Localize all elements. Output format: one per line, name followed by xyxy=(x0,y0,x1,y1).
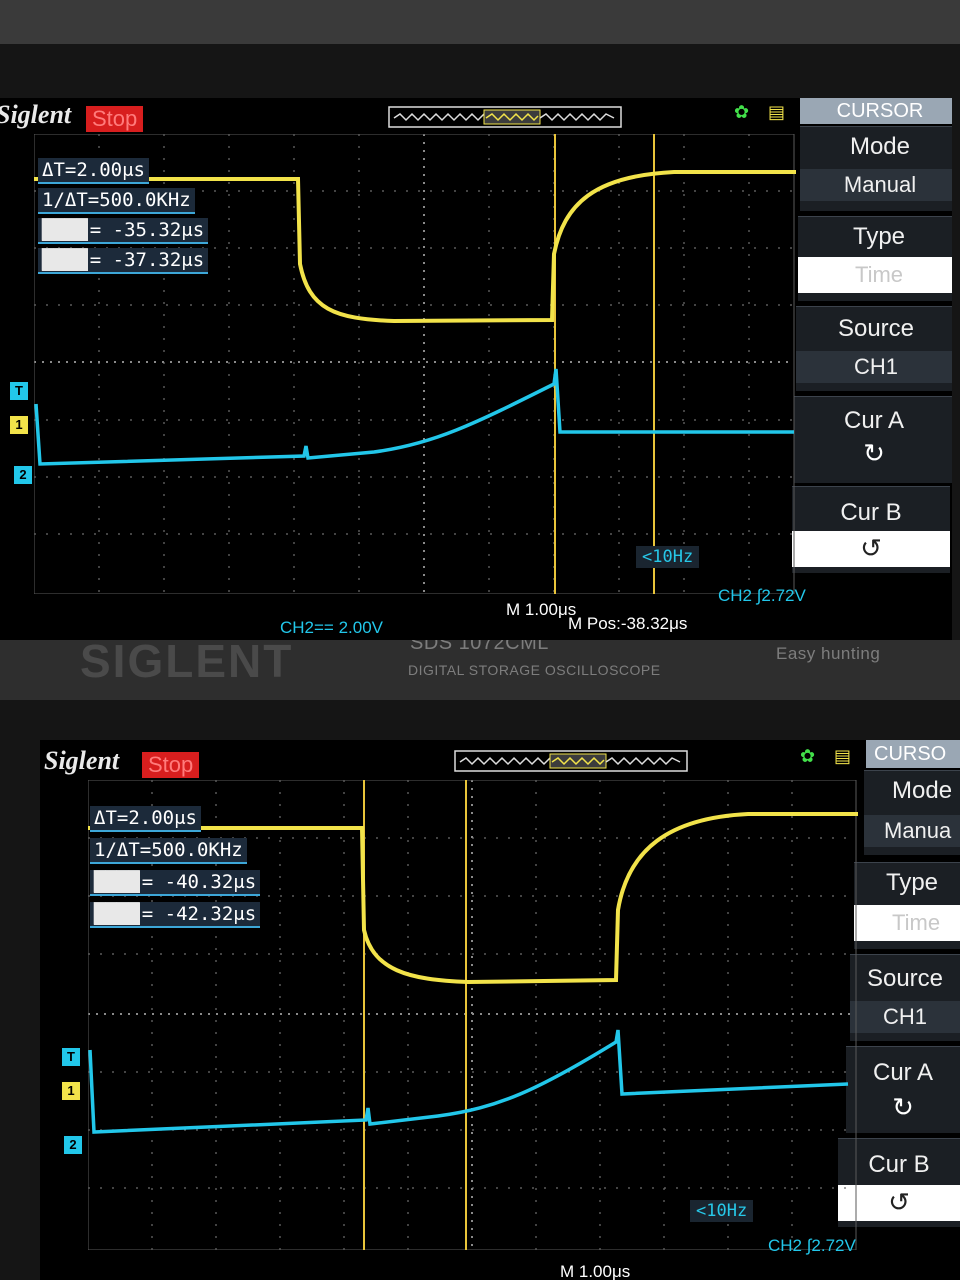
ch2-marker[interactable]: 2 xyxy=(64,1136,82,1154)
trigger-level: CH2 ∫2.72V xyxy=(768,1236,856,1255)
trigger-marker[interactable]: T xyxy=(10,382,28,400)
top-capture: Siglent Stop ✿ ▤ CURSOR Mode Manual Type… xyxy=(0,0,960,640)
trigger-status-icon: ✿ xyxy=(734,102,750,123)
type-value: Time xyxy=(798,257,952,293)
cur-b-button[interactable]: Cur B ↺ xyxy=(792,486,950,573)
top-screen: Siglent Stop ✿ ▤ CURSOR Mode Manual Type… xyxy=(0,98,952,640)
type-button[interactable]: Type Time xyxy=(798,216,952,301)
rotate-knob-icon: ↻ xyxy=(863,439,885,469)
menu-title: CURSOR xyxy=(800,98,952,124)
ch2-marker[interactable]: 2 xyxy=(14,466,32,484)
usb-icon: ▤ xyxy=(834,746,852,767)
mode-value: Manual xyxy=(800,169,952,201)
cursor-b-readout: ████ = -42.32μs xyxy=(90,902,261,928)
mode-label: Mode xyxy=(892,777,953,804)
cur-b-label: Cur B xyxy=(840,499,902,526)
trigger-frequency: <10Hz xyxy=(690,1200,754,1222)
trigger-frequency: <10Hz xyxy=(636,546,700,568)
timebase: M 1.00μs xyxy=(506,600,577,619)
delta-t-readout: ΔT=2.00μs xyxy=(90,806,201,832)
trigger-level: CH2 ∫2.72V xyxy=(718,586,806,605)
inv-delta-t-readout: 1/ΔT=500.0KHz xyxy=(38,188,195,214)
cursor-a-readout: ████ = -40.32μs xyxy=(90,870,261,896)
delta-t-readout: ΔT=2.00μs xyxy=(38,158,149,184)
source-button[interactable]: Source CH1 xyxy=(850,954,960,1041)
ch1-marker[interactable]: 1 xyxy=(10,416,28,434)
mode-button[interactable]: Mode Manua xyxy=(864,770,960,855)
mode-value: Manua xyxy=(864,815,960,847)
cur-a-button[interactable]: Cur A ↻ xyxy=(846,1046,960,1133)
trigger-marker[interactable]: T xyxy=(62,1048,80,1066)
bezel-subtitle: DIGITAL STORAGE OSCILLOSCOPE xyxy=(408,662,661,678)
cursor-b-readout: ████ = -37.32μs xyxy=(38,248,209,274)
bottom-capture: SIGLENT SDS 1072CML DIGITAL STORAGE OSCI… xyxy=(0,640,960,1280)
memory-position: M Pos:-38.32μs xyxy=(568,614,688,633)
bezel-brand: SIGLENT xyxy=(80,640,294,687)
menu-title: CURSO xyxy=(866,740,960,768)
bottom-bezel: SIGLENT SDS 1072CML DIGITAL STORAGE OSCI… xyxy=(0,640,960,700)
mode-button[interactable]: Mode Manual xyxy=(800,126,952,211)
mode-label: Mode xyxy=(849,133,911,160)
type-label: Type xyxy=(886,869,939,896)
type-button[interactable]: Type Time xyxy=(854,862,960,949)
usb-icon: ▤ xyxy=(768,102,786,123)
source-label: Source xyxy=(837,315,915,342)
inv-delta-t-readout: 1/ΔT=500.0KHz xyxy=(90,838,247,864)
type-value: Time xyxy=(854,905,960,941)
source-label: Source xyxy=(866,965,944,992)
type-label: Type xyxy=(852,223,906,250)
siglent-logo: Siglent xyxy=(0,100,72,129)
cur-a-label: Cur A xyxy=(843,407,905,434)
cursor-a-readout: ████ = -35.32μs xyxy=(38,218,209,244)
ch2-scale: CH2== 2.00V xyxy=(280,618,384,637)
rotate-knob-icon: ↻ xyxy=(892,1093,914,1123)
ch2-waveform xyxy=(34,368,794,466)
run-state-badge[interactable]: Stop xyxy=(86,106,144,132)
cur-a-label: Cur A xyxy=(872,1059,934,1086)
top-bezel xyxy=(0,0,960,44)
source-value: CH1 xyxy=(850,1001,960,1033)
bezel-model: SDS 1072CML xyxy=(410,640,549,654)
source-value: CH1 xyxy=(796,351,952,383)
waveform-position-bar xyxy=(454,750,688,772)
timebase: M 1.00μs xyxy=(560,1262,631,1280)
waveform-position-bar xyxy=(388,106,622,128)
source-button[interactable]: Source CH1 xyxy=(796,306,952,391)
trigger-status-icon: ✿ xyxy=(800,746,816,767)
bottom-screen: Siglent Stop ✿ ▤ CURSO Mode Manua Type T… xyxy=(40,740,960,1280)
cur-a-button[interactable]: Cur A ↻ xyxy=(794,396,952,483)
bezel-feature: Easy hunting xyxy=(776,644,881,663)
ch2-waveform xyxy=(88,1029,849,1134)
bottom-status-bar: Siglent Stop ✿ ▤ xyxy=(40,740,960,778)
run-state-badge[interactable]: Stop xyxy=(142,752,200,778)
ch1-marker[interactable]: 1 xyxy=(62,1082,80,1100)
rotate-knob-icon: ↺ xyxy=(792,531,950,567)
siglent-logo: Siglent xyxy=(44,746,120,775)
